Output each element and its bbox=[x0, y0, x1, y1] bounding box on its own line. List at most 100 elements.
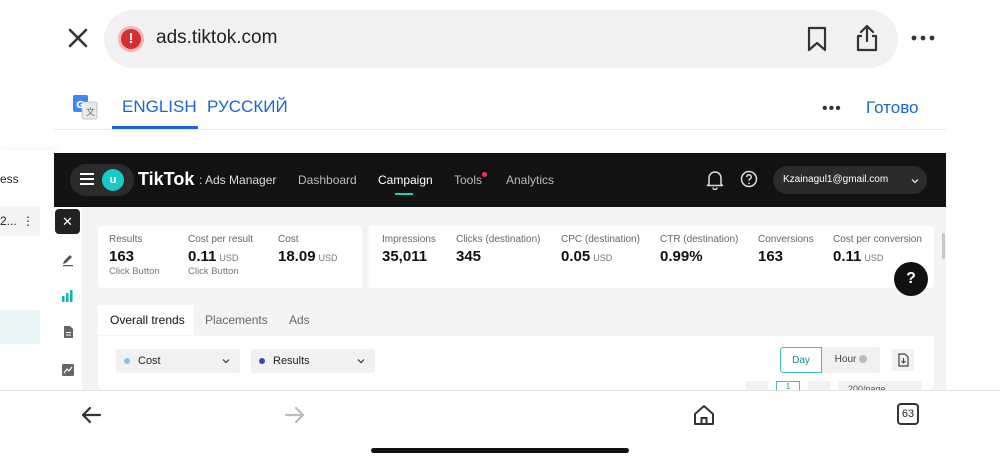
ads-manager-label: : Ads Manager bbox=[199, 173, 277, 187]
side-rail: ✕ bbox=[54, 207, 82, 390]
dropdown-label: Results bbox=[273, 355, 310, 367]
home-icon[interactable] bbox=[692, 403, 716, 427]
security-warning-icon[interactable]: ! bbox=[118, 26, 144, 52]
tiktok-logo: TikTok bbox=[138, 169, 195, 189]
svg-text:文: 文 bbox=[86, 106, 95, 118]
drawer-selected-row[interactable] bbox=[0, 310, 40, 344]
analytics-icon[interactable] bbox=[61, 363, 75, 377]
metric-label: Conversions bbox=[758, 234, 814, 245]
metric-label: Results bbox=[109, 234, 143, 245]
more-options-icon[interactable] bbox=[910, 28, 936, 48]
metric-unit: USD bbox=[318, 253, 338, 263]
back-arrow-icon[interactable] bbox=[80, 405, 102, 425]
hour-label: Hour bbox=[834, 354, 857, 365]
metrics-summary-card: Results 163 Click Button Cost per result… bbox=[98, 226, 934, 288]
metric-value: 163 bbox=[758, 248, 784, 265]
account-email: Kzainagul1@gmail.com bbox=[783, 174, 889, 185]
metric-value: 0.11 bbox=[188, 248, 217, 265]
metric-select-results[interactable]: Results bbox=[251, 349, 375, 373]
granularity-hour[interactable]: Hour bbox=[822, 347, 880, 373]
metric-cost-per-conversion[interactable]: Cost per conversion 0.11 USD bbox=[833, 234, 922, 265]
account-dropdown[interactable]: Kzainagul1@gmail.com bbox=[773, 166, 927, 194]
active-tab-indicator bbox=[112, 126, 198, 129]
metric-select-cost[interactable]: Cost bbox=[116, 349, 240, 373]
chevron-down-icon bbox=[911, 179, 919, 184]
tab-overall-trends[interactable]: Overall trends bbox=[110, 313, 185, 327]
drawer-text: ess bbox=[0, 172, 19, 186]
left-drawer-peek: ess 2... ⋮ bbox=[0, 150, 54, 392]
bell-icon[interactable] bbox=[706, 170, 724, 190]
metric-label: CPC (destination) bbox=[561, 234, 640, 245]
metric-label: Clicks (destination) bbox=[456, 234, 541, 245]
metric-label: Cost bbox=[278, 234, 299, 245]
tiktok-header: u TikTok : Ads Manager Dashboard Campaig… bbox=[54, 153, 946, 207]
help-icon[interactable] bbox=[740, 170, 758, 188]
document-icon[interactable] bbox=[61, 325, 75, 339]
metric-conversions[interactable]: Conversions 163 bbox=[758, 234, 814, 265]
url-text[interactable]: ads.tiktok.com bbox=[156, 27, 277, 49]
granularity-day[interactable]: Day bbox=[780, 347, 822, 373]
menu-button[interactable]: u bbox=[70, 164, 134, 196]
metric-cpc[interactable]: CPC (destination) 0.05 USD bbox=[561, 234, 640, 265]
home-indicator[interactable] bbox=[371, 448, 629, 453]
notification-dot bbox=[482, 172, 487, 177]
drawer-row[interactable]: 2... ⋮ bbox=[0, 206, 40, 236]
nav-active-indicator bbox=[395, 193, 413, 195]
metric-cost-per-result[interactable]: Cost per result 0.11 USD Click Button bbox=[188, 234, 253, 277]
tab-switcher-button[interactable]: 63 bbox=[897, 403, 919, 425]
drawer-row-label: 2... bbox=[0, 214, 17, 228]
close-panel-button[interactable]: ✕ bbox=[55, 209, 80, 234]
dropdown-label: Cost bbox=[138, 355, 161, 367]
series-color-dot bbox=[259, 358, 265, 364]
metric-unit: USD bbox=[219, 253, 239, 263]
chevron-down-icon bbox=[222, 359, 230, 364]
scrollbar-thumb[interactable] bbox=[942, 233, 945, 259]
metric-results[interactable]: Results 163 Click Button bbox=[109, 234, 160, 277]
nav-analytics[interactable]: Analytics bbox=[506, 173, 554, 187]
metric-impressions[interactable]: Impressions 35,011 bbox=[382, 234, 436, 265]
metric-label: CTR (destination) bbox=[660, 234, 739, 245]
metric-clicks[interactable]: Clicks (destination) 345 bbox=[456, 234, 540, 265]
done-button[interactable]: Готово bbox=[866, 98, 919, 118]
nav-tools[interactable]: Tools bbox=[454, 173, 482, 187]
metric-label: Cost per result bbox=[188, 234, 254, 245]
metric-label: Impressions bbox=[382, 234, 436, 245]
metric-unit: USD bbox=[593, 253, 613, 263]
chevron-down-icon bbox=[357, 359, 365, 364]
metric-ctr[interactable]: CTR (destination) 0.99% bbox=[660, 234, 738, 265]
translate-bar: G 文 ENGLISH РУССКИЙ ••• Готово bbox=[54, 82, 946, 130]
nav-campaign[interactable]: Campaign bbox=[378, 173, 433, 187]
browser-top-bar: ! ads.tiktok.com bbox=[0, 0, 1000, 80]
metrics-divider bbox=[360, 226, 370, 288]
metric-value: 18.09 bbox=[278, 248, 316, 265]
google-translate-icon: G 文 bbox=[73, 95, 98, 120]
chart-bar-icon[interactable] bbox=[61, 289, 75, 303]
metric-value: 35,011 bbox=[382, 248, 428, 265]
metric-sub: Click Button bbox=[109, 266, 160, 277]
nav-dashboard[interactable]: Dashboard bbox=[298, 173, 357, 187]
help-fab-button[interactable]: ? bbox=[894, 262, 928, 296]
metric-value: 345 bbox=[456, 248, 482, 265]
metric-value: 0.05 bbox=[561, 248, 591, 265]
forward-arrow-icon bbox=[284, 406, 305, 424]
hamburger-icon bbox=[80, 173, 94, 185]
translate-more-button[interactable]: ••• bbox=[822, 100, 842, 118]
edit-icon[interactable] bbox=[61, 253, 75, 267]
tab-ads[interactable]: Ads bbox=[289, 313, 310, 327]
export-button[interactable] bbox=[892, 349, 914, 371]
tab-russian[interactable]: РУССКИЙ bbox=[207, 97, 288, 117]
svg-text:G: G bbox=[76, 100, 84, 111]
metric-unit: USD bbox=[864, 253, 884, 263]
metric-value: 0.99% bbox=[660, 248, 703, 265]
share-icon[interactable] bbox=[854, 24, 880, 52]
tab-placements[interactable]: Placements bbox=[205, 313, 268, 327]
metric-sub: Click Button bbox=[188, 266, 239, 277]
download-icon bbox=[898, 353, 909, 367]
info-icon bbox=[859, 355, 868, 363]
series-color-dot bbox=[124, 358, 130, 364]
tab-english[interactable]: ENGLISH bbox=[122, 97, 197, 117]
bookmark-icon[interactable] bbox=[806, 26, 828, 52]
metric-cost[interactable]: Cost 18.09 USD bbox=[278, 234, 338, 265]
close-icon[interactable] bbox=[64, 24, 92, 52]
kebab-icon[interactable]: ⋮ bbox=[22, 206, 34, 236]
